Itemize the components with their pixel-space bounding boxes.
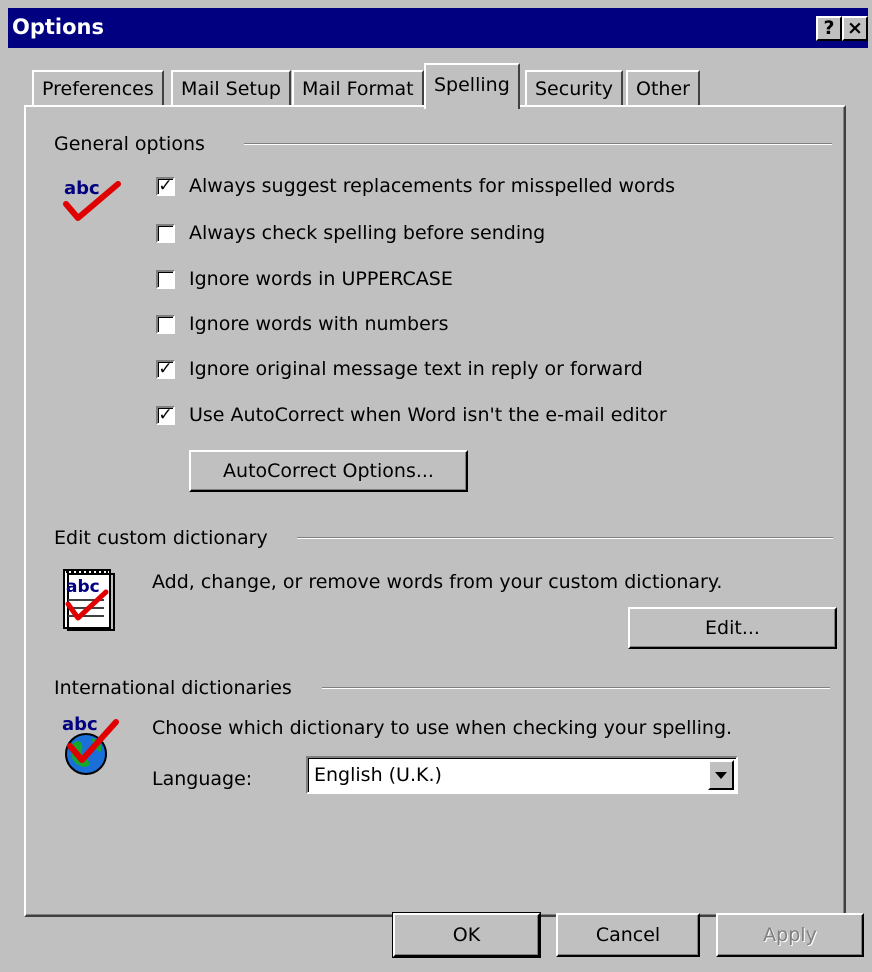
tab-spelling[interactable]: Spelling [424, 63, 520, 109]
option-check-before-sending[interactable]: Always check spelling before sending [156, 221, 545, 245]
intl-dict-heading: International dictionaries [54, 677, 292, 699]
svg-text:abc: abc [62, 714, 98, 735]
option-label: Ignore original message text in reply or… [189, 358, 643, 380]
general-options-heading: General options [54, 133, 205, 155]
close-button[interactable]: × [842, 16, 868, 41]
globe-spellcheck-icon: abc [62, 714, 119, 775]
custom-dict-heading: Edit custom dictionary [54, 527, 268, 549]
intl-dict-description: Choose which dictionary to use when chec… [152, 717, 733, 739]
language-value: English (U.K.) [314, 764, 442, 786]
option-label: Always check spelling before sending [189, 222, 546, 244]
intl-dict-divider [322, 687, 830, 689]
tab-mail-format[interactable]: Mail Format [292, 70, 424, 106]
dictionary-notebook-icon: abc [63, 569, 115, 631]
checkbox[interactable]: ✓ [156, 359, 175, 379]
checkbox[interactable]: ✓ [156, 176, 175, 196]
tab-other[interactable]: Other [626, 70, 700, 106]
custom-dict-divider [297, 537, 833, 539]
checkbox[interactable] [156, 223, 175, 243]
option-ignore-numbers[interactable]: Ignore words with numbers [156, 312, 449, 336]
option-label: Use AutoCorrect when Word isn't the e-ma… [189, 404, 667, 426]
checkbox[interactable] [156, 269, 175, 289]
chevron-down-icon [715, 772, 727, 779]
option-ignore-uppercase[interactable]: Ignore words in UPPERCASE [156, 267, 453, 291]
tab-security[interactable]: Security [525, 70, 624, 106]
option-use-autocorrect[interactable]: ✓ Use AutoCorrect when Word isn't the e-… [156, 403, 667, 427]
option-label: Always suggest replacements for misspell… [189, 175, 676, 197]
dropdown-button[interactable] [708, 760, 734, 790]
edit-button[interactable]: Edit... [628, 607, 837, 649]
apply-button[interactable]: Apply [716, 913, 864, 957]
tab-preferences[interactable]: Preferences [32, 70, 164, 106]
title-bar[interactable]: Options ? × [8, 8, 868, 48]
autocorrect-options-button[interactable]: AutoCorrect Options... [189, 450, 468, 492]
options-dialog: Options ? × Preferences Mail Setup Mail … [0, 0, 872, 972]
svg-text:abc: abc [64, 178, 100, 199]
language-select[interactable]: English (U.K.) [306, 756, 738, 794]
general-divider [244, 143, 832, 145]
custom-dict-description: Add, change, or remove words from your c… [152, 571, 723, 593]
cancel-button[interactable]: Cancel [556, 913, 700, 957]
window-title: Options [12, 15, 104, 39]
svg-text:abc: abc [66, 577, 100, 597]
checkbox[interactable] [156, 314, 175, 334]
option-label: Ignore words with numbers [189, 313, 449, 335]
ok-button[interactable]: OK [392, 912, 541, 958]
option-ignore-original-text[interactable]: ✓ Ignore original message text in reply … [156, 357, 643, 381]
checkbox[interactable]: ✓ [156, 405, 175, 425]
option-label: Ignore words in UPPERCASE [189, 268, 453, 290]
language-label: Language: [152, 768, 253, 790]
option-suggest-replacements[interactable]: ✓ Always suggest replacements for misspe… [156, 174, 675, 198]
abc-spellcheck-icon: abc [63, 178, 121, 221]
tab-mail-setup[interactable]: Mail Setup [171, 70, 291, 106]
help-button[interactable]: ? [816, 16, 842, 41]
